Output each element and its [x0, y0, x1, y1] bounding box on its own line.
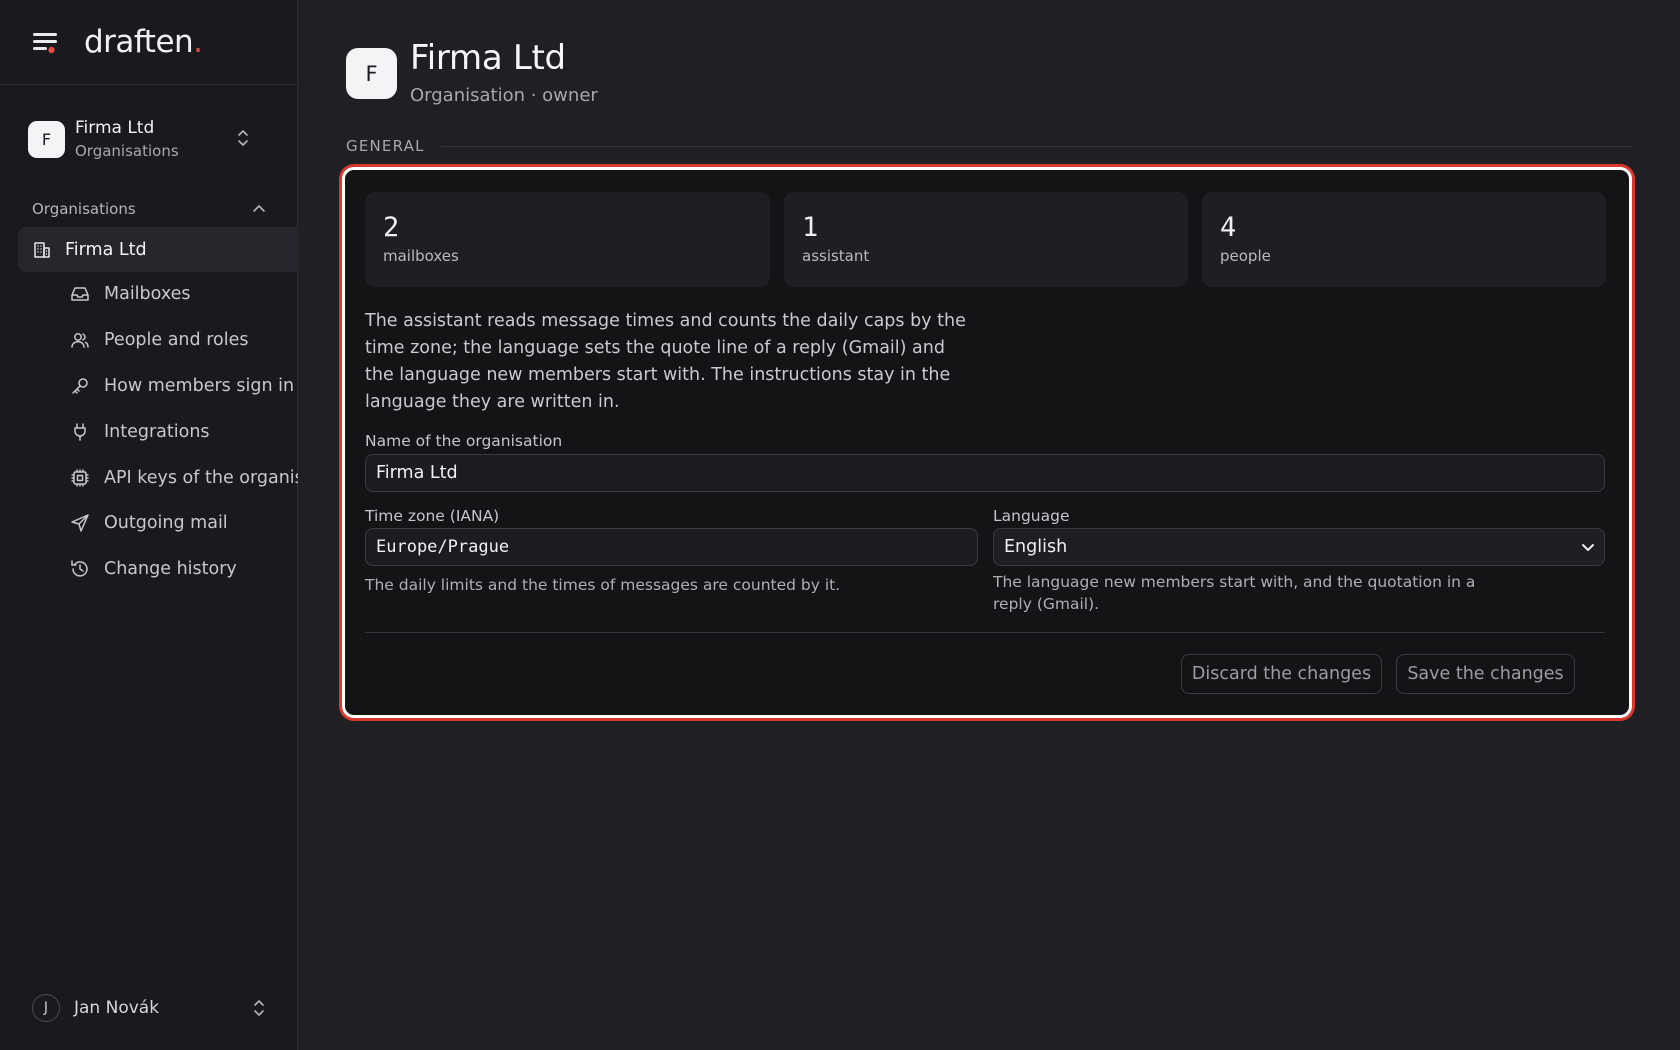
main-content: F Firma Ltd Organisation · owner GENERAL… [298, 0, 1680, 1050]
users-icon [71, 333, 89, 348]
sidebar-item-people-and-roles[interactable]: People and roles [70, 322, 298, 358]
inbox-icon [71, 287, 89, 301]
org-name-input[interactable]: Firma Ltd [365, 454, 1605, 492]
sidebar-item-label: Change history [104, 559, 237, 579]
general-settings-card: 2 mailboxes 1 assistant 4 people The ass… [342, 167, 1632, 718]
chevron-up-down-icon [238, 130, 248, 146]
page-subtitle: Organisation · owner [410, 85, 598, 106]
org-switcher-name: Firma Ltd [75, 118, 155, 139]
stat-label: assistant [802, 247, 870, 265]
section-heading-general: GENERAL [346, 137, 1632, 155]
chevron-down-icon [1582, 544, 1594, 551]
timezone-input[interactable]: Europe/Prague [365, 528, 978, 566]
sidebar-item-mailboxes[interactable]: Mailboxes [70, 276, 298, 312]
org-avatar: F [28, 120, 65, 158]
language-hint: The language new members start with, and… [993, 573, 1476, 613]
user-menu[interactable]: J Jan Novák [32, 992, 266, 1024]
cpu-icon [71, 469, 89, 487]
chevron-up-icon [253, 205, 265, 212]
org-switcher-text: Firma Ltd Organisations [75, 118, 179, 159]
sidebar-item-label: Outgoing mail [104, 513, 228, 533]
sidebar-item-label: Integrations [104, 422, 210, 442]
stat-value: 1 [802, 212, 819, 243]
app-root: draften. F Firma Ltd Organisations Organ… [0, 0, 1680, 1050]
sidebar-header: draften. [0, 0, 297, 85]
section-heading-label: GENERAL [346, 137, 425, 155]
language-select[interactable]: English [993, 528, 1605, 566]
menu-icon [33, 33, 57, 54]
sidebar-section-organisations[interactable]: Organisations [32, 200, 266, 218]
stat-card-people: 4 people [1202, 192, 1606, 287]
stat-card-assistant: 1 assistant [784, 192, 1188, 287]
chevron-up-down-icon [254, 1000, 264, 1016]
org-name-value: Firma Ltd [376, 463, 458, 483]
org-name-label: Name of the organisation [365, 432, 563, 450]
sidebar: draften. F Firma Ltd Organisations Organ… [0, 0, 298, 1050]
sidebar-item-outgoing-mail[interactable]: Outgoing mail [70, 505, 298, 541]
org-switcher-sub: Organisations [75, 141, 179, 160]
timezone-label: Time zone (IANA) [365, 507, 500, 525]
stat-card-mailboxes: 2 mailboxes [365, 192, 770, 287]
sidebar-item-label: Mailboxes [104, 284, 191, 304]
timezone-value: Europe/Prague [376, 537, 510, 557]
save-changes-button[interactable]: Save the changes [1396, 654, 1575, 694]
sidebar-item-change-history[interactable]: Change history [70, 551, 298, 587]
stat-label: people [1220, 247, 1271, 265]
brand-logo[interactable]: draften. [84, 24, 203, 60]
stat-value: 4 [1220, 212, 1237, 243]
page-title: Firma Ltd [410, 38, 566, 78]
timezone-hint: The daily limits and the times of messag… [365, 576, 841, 594]
stat-label: mailboxes [383, 247, 459, 265]
section-divider [440, 145, 1632, 147]
avatar: J [32, 994, 60, 1022]
user-name: Jan Novák [74, 998, 160, 1018]
sidebar-item-label: People and roles [104, 330, 249, 350]
stat-value: 2 [383, 212, 400, 243]
sidebar-item-api-keys[interactable]: API keys of the organisation [70, 460, 298, 496]
key-icon [72, 378, 88, 394]
sidebar-item-sign-in[interactable]: How members sign in [70, 368, 298, 404]
history-icon [71, 560, 88, 577]
language-label: Language [993, 507, 1070, 525]
sidebar-item-label: Firma Ltd [65, 239, 147, 260]
settings-description: The assistant reads message times and co… [365, 311, 966, 412]
building-icon [34, 241, 50, 258]
sidebar-item-label: API keys of the organisation [104, 468, 298, 488]
language-value: English [1004, 537, 1068, 557]
org-switcher[interactable]: F Firma Ltd Organisations [28, 118, 278, 160]
sidebar-section-label: Organisations [32, 200, 136, 218]
sidebar-item-label: How members sign in [104, 376, 295, 396]
page-org-avatar: F [346, 48, 397, 99]
stats-row: 2 mailboxes 1 assistant 4 people [365, 192, 1606, 287]
plug-icon [74, 423, 86, 441]
menu-button[interactable] [32, 27, 62, 57]
sidebar-item-firma-ltd[interactable]: Firma Ltd [18, 227, 298, 272]
form-divider [365, 632, 1605, 633]
discard-changes-button[interactable]: Discard the changes [1181, 654, 1382, 694]
send-icon [71, 514, 89, 532]
sidebar-item-integrations[interactable]: Integrations [70, 414, 298, 450]
